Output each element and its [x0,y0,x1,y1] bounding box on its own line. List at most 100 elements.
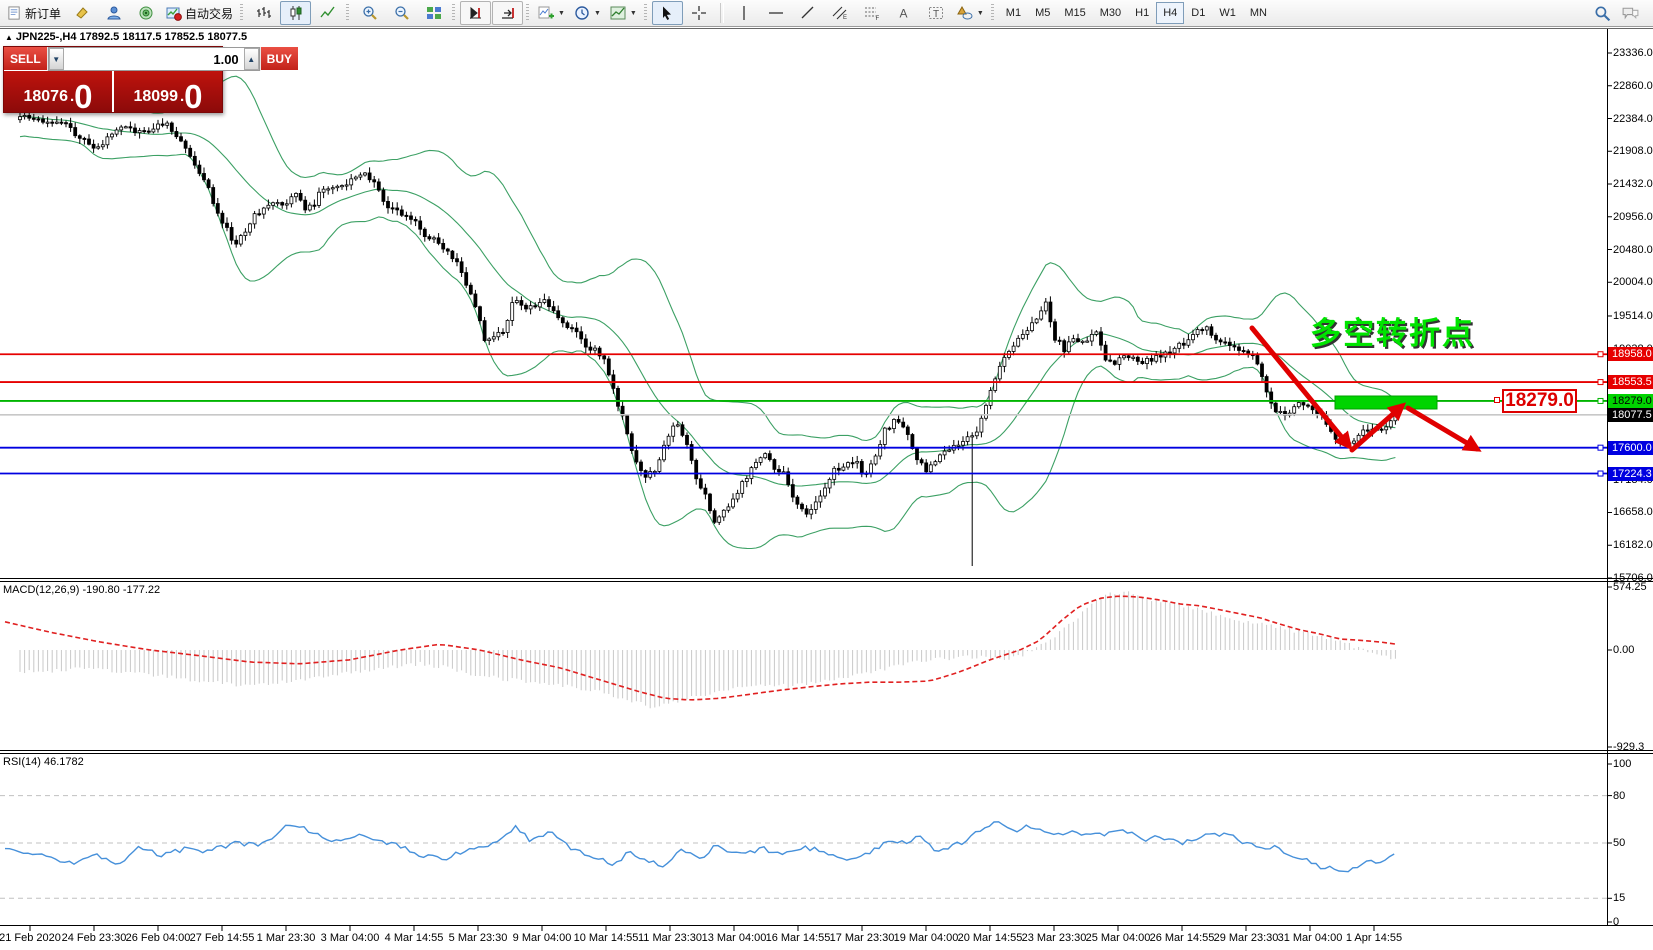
price-axis-tick: 21432.0 [1613,178,1653,190]
cursor-icon [659,5,675,21]
timeframe-button-d1[interactable]: D1 [1184,2,1212,24]
vertical-line-button[interactable] [729,1,760,25]
fibonacci-icon: F [864,5,880,21]
equidistant-channel-button[interactable]: E [825,1,856,25]
hline-anchor[interactable] [1598,380,1603,385]
sell-price[interactable]: 18076.0 [4,71,112,112]
auto-scroll-icon [468,5,484,21]
line-chart-button[interactable] [312,1,343,25]
periods-button[interactable]: ▼ [570,1,605,25]
date-axis-label: 13 Mar 04:00 [702,932,767,944]
price-axis-tick: 19514.0 [1613,310,1653,322]
search-icon[interactable] [1594,5,1611,22]
auto-scroll-button[interactable] [460,1,491,25]
price-level-tag[interactable]: 18077.5 [1608,408,1653,422]
shapes-icon [957,5,973,21]
crosshair-icon [691,5,707,21]
timeframe-button-m5[interactable]: M5 [1028,2,1057,24]
date-axis-label: 31 Mar 04:00 [1278,932,1343,944]
rsi-axis-tick: 80 [1613,790,1625,802]
date-axis-label: 5 Mar 23:30 [449,932,508,944]
horizontal-line-icon [768,5,784,21]
templates-button[interactable]: ▼ [606,1,641,25]
zoom-in-icon [362,5,378,21]
volume-decrease-button[interactable]: ▼ [49,48,64,70]
price-axis-tick: 20004.0 [1613,276,1653,288]
hline-anchor[interactable] [1598,471,1603,476]
date-axis-label: 23 Mar 23:30 [1022,932,1087,944]
tile-windows-icon [426,5,442,21]
timeframe-button-m30[interactable]: M30 [1093,2,1128,24]
toolbar-grip [240,4,243,22]
timeframe-button-h4[interactable]: H4 [1156,2,1184,24]
trendline-button[interactable] [793,1,824,25]
autotrading-button[interactable]: 自动交易 [162,1,237,25]
hline-anchor[interactable] [1598,445,1603,450]
trend-arrow[interactable] [1408,408,1477,449]
autotrading-label: 自动交易 [185,5,233,22]
volume-increase-button[interactable]: ▲ [244,48,259,70]
zoom-in-button[interactable] [354,1,385,25]
toolbar-grip [526,4,529,22]
date-axis-label: 1 Apr 14:55 [1346,932,1402,944]
new-order-button[interactable]: 新订单 [3,1,65,25]
volume-input[interactable] [64,48,244,70]
price-callout-label[interactable]: 18279.0 [1502,389,1577,413]
cursor-button[interactable] [652,1,683,25]
chat-icon[interactable] [1621,5,1640,22]
macd-axis-tick: 574.25 [1613,581,1647,593]
text-button[interactable]: A [889,1,920,25]
indicators-button[interactable]: ▼ [534,1,569,25]
buy-price[interactable]: 18099.0 [114,71,222,112]
date-axis-label: 19 Mar 04:00 [894,932,959,944]
timeframe-button-mn[interactable]: MN [1243,2,1274,24]
toolbar-grip [644,4,647,22]
tile-windows-button[interactable] [418,1,449,25]
timeframe-button-m1[interactable]: M1 [999,2,1028,24]
vertical-line-icon [736,5,752,21]
timeframe-toolbar: M1M5M15M30H1H4D1W1MN [999,2,1274,24]
hline-anchor[interactable] [1598,398,1603,403]
fibonacci-button[interactable]: F [857,1,888,25]
main-chart-plot[interactable] [19,76,1397,566]
macd-panel[interactable] [5,591,1397,708]
price-level-tag[interactable]: 18553.5 [1608,375,1653,389]
chevron-down-icon: ▼ [594,10,601,17]
price-axis-tick: 16658.0 [1613,506,1653,518]
price-level-tag[interactable]: 18279.0 [1608,394,1653,408]
rsi-panel[interactable] [0,796,1607,899]
label-button[interactable]: T [921,1,952,25]
price-level-tag[interactable]: 17224.3 [1608,467,1653,481]
buy-button[interactable]: BUY [260,47,298,71]
zoom-out-button[interactable] [386,1,417,25]
market-watch-button[interactable] [98,1,129,25]
horizontal-line-button[interactable] [761,1,792,25]
timeframe-button-w1[interactable]: W1 [1212,2,1243,24]
crosshair-button[interactable] [684,1,715,25]
timeframe-button-m15[interactable]: M15 [1057,2,1092,24]
text-label-icon: T [928,5,944,21]
hline-anchor[interactable] [1598,352,1603,357]
price-level-tag[interactable]: 17600.0 [1608,441,1653,455]
date-axis-label: 26 Mar 14:55 [1150,932,1215,944]
timeframe-button-h1[interactable]: H1 [1128,2,1156,24]
trend-arrow[interactable] [1352,406,1402,450]
turning-point-annotation[interactable]: 多空转折点 [1310,308,1475,353]
shapes-button[interactable]: ▼ [953,1,988,25]
macd-label: MACD(12,26,9) -190.80 -177.22 [3,584,160,596]
strategy-tester-button[interactable] [130,1,161,25]
bar-chart-button[interactable] [248,1,279,25]
date-axis-label: 4 Mar 14:55 [385,932,444,944]
candlestick-chart-button[interactable] [280,1,311,25]
profiles-button[interactable] [66,1,97,25]
chart-shift-button[interactable] [492,1,523,25]
price-level-tag[interactable]: 18958.0 [1608,347,1653,361]
main-toolbar: 新订单 自动交易 ▼ ▼ [0,0,1653,27]
sell-button[interactable]: SELL [4,47,48,71]
callout-anchor[interactable] [1495,398,1500,403]
symbol-triangle-icon: ▲ [5,33,13,42]
svg-text:A: A [900,7,908,21]
support-zone-rectangle[interactable] [1335,396,1437,409]
line-chart-icon [320,5,336,21]
chart-canvas[interactable] [0,0,1653,950]
